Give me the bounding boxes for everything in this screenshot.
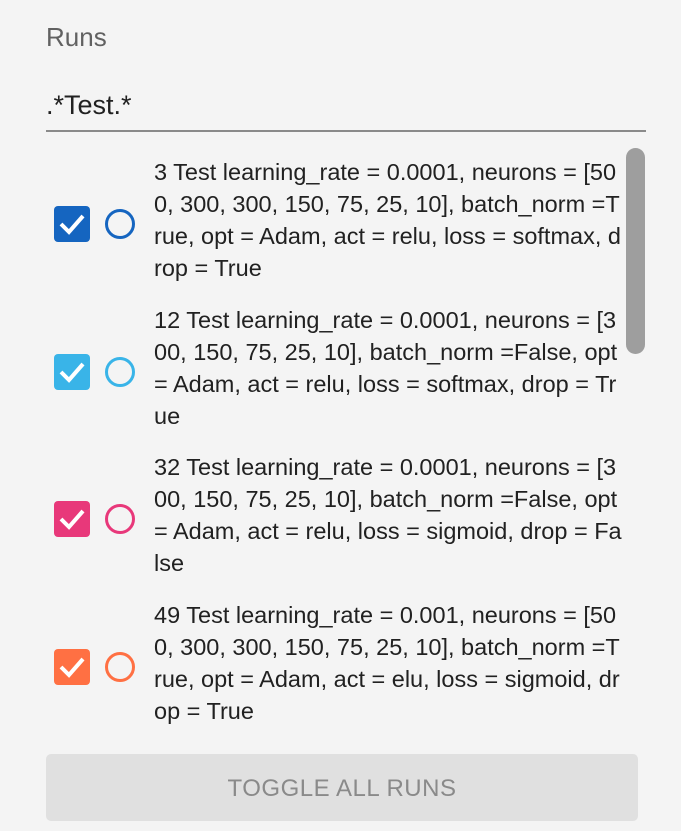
run-item: 12 Test learning_rate = 0.0001, neurons …	[46, 298, 648, 446]
checkmark-icon	[59, 509, 85, 530]
run-filter-field[interactable]	[46, 82, 646, 132]
run-item: 32 Test learning_rate = 0.0001, neurons …	[46, 445, 648, 593]
run-label: 12 Test learning_rate = 0.0001, neurons …	[154, 306, 618, 429]
run-color-radio[interactable]	[105, 651, 135, 682]
run-filter-input[interactable]	[46, 82, 646, 128]
checkmark-icon	[59, 214, 85, 235]
run-label: 32 Test learning_rate = 0.0001, neurons …	[154, 454, 622, 576]
run-label: 3 Test learning_rate = 0.0001, neurons =…	[154, 159, 621, 281]
checkmark-icon	[59, 362, 85, 383]
checkmark-icon	[59, 657, 85, 678]
run-checkbox[interactable]	[54, 353, 90, 390]
run-list[interactable]: 3 Test learning_rate = 0.0001, neurons =…	[46, 150, 648, 740]
run-color-radio[interactable]	[105, 209, 135, 239]
runs-title: Runs	[46, 22, 107, 52]
run-list-scrollbar[interactable]	[626, 148, 645, 354]
run-color-radio[interactable]	[105, 504, 135, 534]
run-label: 49 Test learning_rate = 0.001, neurons =…	[154, 601, 620, 724]
run-checkbox[interactable]	[54, 648, 90, 685]
run-checkbox[interactable]	[54, 501, 90, 537]
run-checkbox[interactable]	[54, 206, 90, 242]
run-item: 49 Test learning_rate = 0.001, neurons =…	[46, 593, 648, 741]
runs-panel: Runs 3 Test learning_rate = 0.0001, neur…	[0, 0, 681, 831]
run-item: 3 Test learning_rate = 0.0001, neurons =…	[46, 150, 648, 298]
run-color-radio[interactable]	[105, 356, 135, 387]
toggle-all-runs-button[interactable]: TOGGLE ALL RUNS	[46, 754, 638, 821]
